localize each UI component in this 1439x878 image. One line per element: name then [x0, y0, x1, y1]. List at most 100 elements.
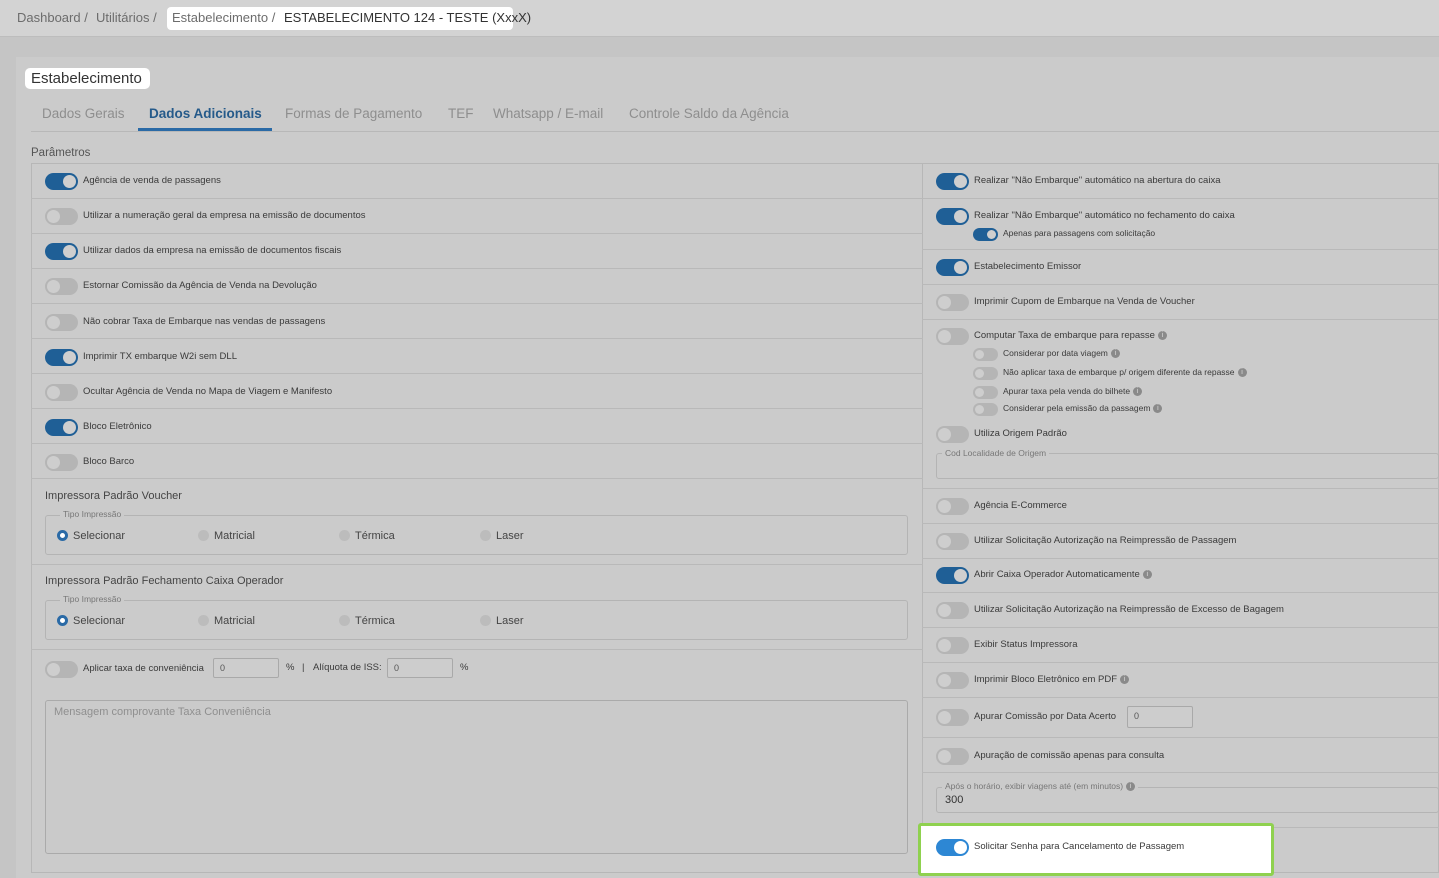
toggle-left-0[interactable]: [45, 173, 78, 190]
toggle-left-label: Ocultar Agência de Venda no Mapa de Viag…: [83, 386, 333, 397]
radio-label: Selecionar: [73, 530, 125, 542]
toggle-left-label: Agência de venda de passagens: [83, 175, 221, 186]
percent-label: %: [286, 662, 295, 673]
radio-caixa-matricial[interactable]: [198, 615, 209, 626]
apurar-comissao-input[interactable]: 0: [1127, 706, 1193, 728]
toggle-left-label: Bloco Barco: [83, 456, 135, 467]
row-divider: [922, 697, 1439, 698]
toggle-left-3[interactable]: [45, 278, 78, 295]
toggle-taxa-conveniencia[interactable]: [45, 661, 78, 678]
toggle-left-label: Bloco Eletrônico: [83, 421, 152, 432]
taxa-conveniencia-input[interactable]: 0: [213, 658, 279, 678]
info-icon[interactable]: i: [1126, 782, 1136, 792]
toggle-imprimir-bloco-pdf[interactable]: [936, 672, 969, 689]
toggle-origem-padrao[interactable]: [936, 426, 969, 443]
radio-caixa-selecionar[interactable]: [57, 615, 68, 626]
toggle-nao-aplicar[interactable]: [973, 367, 998, 380]
textarea-placeholder: Mensagem comprovante Taxa Conveniência: [54, 706, 271, 718]
card-title: Estabelecimento: [31, 70, 142, 87]
tab-tef[interactable]: TEF: [448, 106, 474, 121]
radio-voucher-laser[interactable]: [480, 530, 491, 541]
info-icon[interactable]: i: [1237, 368, 1247, 378]
toggle-nao-embarque-fechamento[interactable]: [936, 208, 969, 225]
apos-horario-legend: Após o horário, exibir viagens até (em m…: [942, 781, 1139, 792]
apurar-comissao-label: Apurar Comissão por Data Acerto: [974, 711, 1117, 722]
printer-caixa-legend: Tipo Impressão: [60, 594, 125, 604]
toggle-solic-excesso[interactable]: [936, 602, 969, 619]
row-divider: [31, 373, 923, 374]
apos-horario-value: 300: [945, 794, 964, 806]
toggle-apurar-taxa[interactable]: [973, 386, 998, 399]
toggle-computar-taxa[interactable]: [936, 328, 969, 345]
radio-caixa-termica[interactable]: [339, 615, 350, 626]
nao-embarque-fechamento-label: Realizar "Não Embarque" automático no fe…: [974, 210, 1235, 221]
breadcrumb-current: ESTABELECIMENTO 124 - TESTE (XxxX): [284, 10, 532, 25]
tab-dados-adicionais[interactable]: Dados Adicionais: [149, 106, 262, 121]
info-icon[interactable]: i: [1153, 404, 1163, 414]
row-divider: [31, 408, 923, 409]
info-icon[interactable]: i: [1120, 674, 1130, 684]
tab-dados-gerais[interactable]: Dados Gerais: [42, 106, 125, 121]
toggle-left-8[interactable]: [45, 454, 78, 471]
toggle-considerar-data[interactable]: [973, 348, 998, 361]
breadcrumb-estabelecimento[interactable]: Estabelecimento /: [172, 10, 275, 25]
iss-input[interactable]: 0: [387, 658, 453, 678]
row-divider: [922, 592, 1439, 593]
exibir-status-label: Exibir Status Impressora: [974, 639, 1078, 650]
toggle-left-7[interactable]: [45, 419, 78, 436]
toggle-considerar-emissao[interactable]: [973, 403, 998, 416]
row-divider: [922, 284, 1439, 285]
toggle-estabelecimento-emissor[interactable]: [936, 259, 969, 276]
toggle-agencia-ecommerce[interactable]: [936, 498, 969, 515]
toggle-left-label: Utilizar dados da empresa na emissão de …: [83, 245, 342, 256]
row-divider: [922, 488, 1439, 489]
tab-formas-pagamento[interactable]: Formas de Pagamento: [285, 106, 422, 121]
toggle-left-5[interactable]: [45, 349, 78, 366]
toggle-apenas-solicitacao[interactable]: [973, 228, 998, 241]
toggle-left-label: Utilizar a numeração geral da empresa na…: [83, 210, 366, 221]
toggle-nao-embarque-abertura[interactable]: [936, 173, 969, 190]
toggle-apurar-comissao[interactable]: [936, 709, 969, 726]
row-divider: [31, 198, 923, 199]
solic-excesso-label: Utilizar Solicitação Autorização na Reim…: [974, 604, 1284, 615]
toggle-left-4[interactable]: [45, 314, 78, 331]
breadcrumb-dashboard[interactable]: Dashboard /: [17, 10, 88, 25]
info-icon[interactable]: i: [1110, 349, 1120, 359]
info-icon[interactable]: i: [1133, 387, 1143, 397]
apurar-taxa-label: Apurar taxa pela venda do bilhete i: [1003, 386, 1143, 397]
row-divider: [31, 303, 923, 304]
printer-voucher-title: Impressora Padrão Voucher: [45, 490, 182, 502]
active-tab-indicator: [138, 128, 272, 131]
taxa-conveniencia-label: Aplicar taxa de conveniência: [83, 663, 204, 674]
radio-voucher-termica[interactable]: [339, 530, 350, 541]
considerar-emissao-label: Considerar pela emissão da passagem i: [1003, 403, 1163, 414]
radio-caixa-laser[interactable]: [480, 615, 491, 626]
breadcrumb-utilitarios[interactable]: Utilitários /: [96, 10, 157, 25]
tab-controle-saldo[interactable]: Controle Saldo da Agência: [629, 106, 789, 121]
mensagem-comprovante-textarea[interactable]: [45, 700, 908, 854]
estabelecimento-emissor-label: Estabelecimento Emissor: [974, 261, 1082, 272]
toggle-left-1[interactable]: [45, 208, 78, 225]
toggle-exibir-status[interactable]: [936, 637, 969, 654]
separator: |: [302, 662, 305, 673]
origem-padrao-label: Utiliza Origem Padrão: [974, 428, 1067, 439]
toggle-left-6[interactable]: [45, 384, 78, 401]
nao-aplicar-label: Não aplicar taxa de embarque p/ origem d…: [1003, 367, 1247, 378]
section-title: Parâmetros: [31, 147, 91, 159]
toggle-imprimir-cupom[interactable]: [936, 294, 969, 311]
toggle-left-2[interactable]: [45, 243, 78, 260]
tab-whatsapp-email[interactable]: Whatsapp / E-mail: [493, 106, 603, 121]
toggle-solic-reimpressao[interactable]: [936, 533, 969, 550]
row-divider: [31, 564, 923, 565]
toggle-apuracao-consulta[interactable]: [936, 748, 969, 765]
radio-voucher-selecionar[interactable]: [57, 530, 68, 541]
info-icon[interactable]: i: [1142, 569, 1152, 579]
toggle-solicitar-senha[interactable]: [936, 839, 969, 856]
row-divider: [922, 627, 1439, 628]
cod-localidade-legend: Cod Localidade de Origem: [942, 448, 1050, 458]
toggle-left-label: Não cobrar Taxa de Embarque nas vendas d…: [83, 316, 326, 327]
toggle-abrir-caixa[interactable]: [936, 567, 969, 584]
radio-label: Laser: [496, 530, 524, 542]
info-icon[interactable]: i: [1157, 330, 1167, 340]
radio-voucher-matricial[interactable]: [198, 530, 209, 541]
